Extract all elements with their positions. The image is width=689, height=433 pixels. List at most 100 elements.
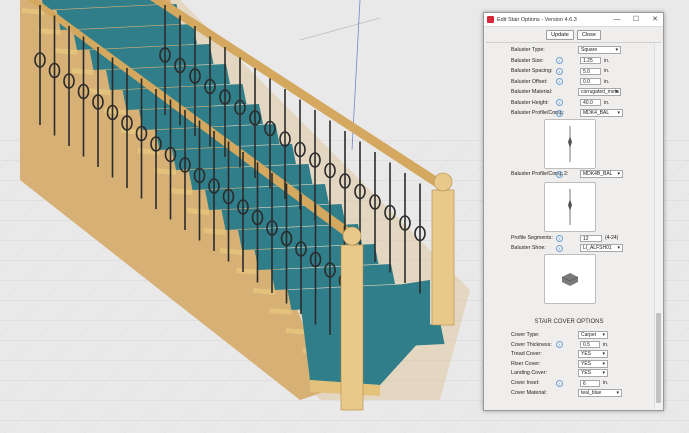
chevron-down-icon: ▾ xyxy=(617,110,620,116)
select-value: YES xyxy=(581,370,592,377)
option-row: Baluster Height: i 40.0 in. xyxy=(511,99,609,107)
option-row: Baluster Profile/Comp 2: i MDK4B_BAL ▾ xyxy=(511,170,623,178)
option-row: Landing Cover: YES ▾ xyxy=(511,369,608,378)
option-row: Riser Cover: YES ▾ xyxy=(511,359,608,368)
chevron-down-icon: ▾ xyxy=(602,360,605,367)
option-label: Baluster Shoe: xyxy=(511,245,546,251)
info-icon[interactable]: i xyxy=(556,78,563,85)
select-value: corrugated_meta xyxy=(581,89,619,95)
option-label: Baluster Spacing: xyxy=(511,68,553,74)
chevron-down-icon: ▾ xyxy=(617,171,620,177)
toolbar: Update Close xyxy=(484,27,663,42)
option-label: Cover Type: xyxy=(511,332,540,338)
option-select[interactable]: corrugated_meta ▾ xyxy=(578,88,621,96)
option-input[interactable]: 12 xyxy=(580,234,602,242)
options-panel: Baluster Type: Square ▾ Baluster Size: i 1.25… xyxy=(484,43,654,410)
option-label: Landing Cover: xyxy=(511,370,547,377)
option-input[interactable]: 1.25 xyxy=(580,57,601,64)
option-input[interactable]: 0.5 xyxy=(580,341,600,349)
info-icon[interactable]: i xyxy=(556,234,563,242)
newel-post-right xyxy=(431,172,455,326)
option-row: Baluster Offset: i 0.0 in. xyxy=(511,78,609,86)
option-label: Cover Material: xyxy=(511,389,547,396)
option-input[interactable]: 0.0 xyxy=(580,78,601,85)
minimize-button[interactable]: — xyxy=(610,13,624,26)
unit-label: in. xyxy=(604,99,610,106)
select-value: YES xyxy=(581,351,592,358)
chevron-down-icon: ▾ xyxy=(602,351,605,358)
chevron-down-icon: ▾ xyxy=(616,389,619,396)
info-icon[interactable]: i xyxy=(556,99,563,106)
option-label: Baluster Height: xyxy=(511,99,549,106)
select-value: Square xyxy=(581,47,598,53)
option-input[interactable]: 6 xyxy=(580,379,600,387)
chevron-down-icon: ▾ xyxy=(602,332,605,338)
unit-label: in. xyxy=(603,380,609,386)
option-select[interactable]: YES ▾ xyxy=(578,369,608,378)
option-select[interactable]: YES ▾ xyxy=(578,359,608,368)
option-input[interactable]: 5.0 xyxy=(580,67,601,75)
maximize-button[interactable]: ☐ xyxy=(629,13,643,26)
close-button[interactable]: Close xyxy=(576,29,601,40)
option-row: Cover Type: Carpet ▾ xyxy=(511,331,608,339)
option-row: Baluster Shoe: i LI_ALFSH01 ▾ xyxy=(511,244,623,252)
info-icon[interactable]: i xyxy=(556,67,563,75)
unit-label: in. xyxy=(603,341,609,348)
window-title: Edit Stair Options - Version 4.6.3 xyxy=(497,16,577,23)
vertical-scrollbar[interactable] xyxy=(654,43,663,410)
option-row: Baluster Size: i 1.25 in. xyxy=(511,57,609,65)
unit-label: in. xyxy=(604,68,610,74)
select-value: teal_blue xyxy=(581,389,602,396)
option-row: Tread Cover: YES ▾ xyxy=(511,350,608,359)
info-icon[interactable]: i xyxy=(556,244,563,252)
option-row: Baluster Spacing: i 5.0 in. xyxy=(511,67,609,75)
info-icon[interactable]: i xyxy=(556,109,563,117)
option-label: Baluster Material: xyxy=(511,89,553,95)
select-value: Carpet xyxy=(581,332,597,338)
section-title: STAIR COVER OPTIONS xyxy=(534,319,604,325)
option-label: Baluster Size: xyxy=(511,57,544,64)
option-select[interactable]: MDK4B_BAL ▾ xyxy=(580,170,623,178)
info-icon[interactable]: i xyxy=(556,57,563,64)
update-button[interactable]: Update xyxy=(546,29,574,40)
app-icon xyxy=(487,16,494,23)
chevron-down-icon: ▾ xyxy=(615,47,618,53)
option-label: Baluster Type: xyxy=(511,47,545,53)
option-select[interactable]: Carpet ▾ xyxy=(578,331,608,339)
select-value: MDK4_BAL xyxy=(583,110,610,116)
option-label: Cover Inset: xyxy=(511,380,540,386)
title-bar[interactable]: Edit Stair Options - Version 4.6.3 — ☐ ✕ xyxy=(484,13,663,27)
option-input[interactable]: 40.0 xyxy=(580,99,601,106)
option-select[interactable]: MDK4_BAL ▾ xyxy=(580,109,623,117)
unit-label: in. xyxy=(604,78,610,85)
unit-label: (4-24) xyxy=(605,235,619,241)
info-icon[interactable]: i xyxy=(556,170,563,178)
option-select[interactable]: LI_ALFSH01 ▾ xyxy=(580,244,623,252)
scrollbar-thumb[interactable] xyxy=(656,313,661,403)
close-window-button[interactable]: ✕ xyxy=(648,13,662,26)
option-row: Cover Thickness: i 0.5 in. xyxy=(511,341,608,349)
option-select[interactable]: Square ▾ xyxy=(578,46,621,54)
option-row: Baluster Type: Square ▾ xyxy=(511,46,621,54)
chevron-down-icon: ▾ xyxy=(602,370,605,377)
info-icon[interactable]: i xyxy=(556,379,563,387)
option-label: Baluster Profile/Comp: xyxy=(511,110,564,116)
edit-stair-options-dialog: Edit Stair Options - Version 4.6.3 — ☐ ✕… xyxy=(483,12,664,411)
option-label: Baluster Offset: xyxy=(511,78,548,85)
chevron-down-icon: ▾ xyxy=(615,89,618,95)
unit-label: in. xyxy=(604,57,610,64)
option-label: Cover Thickness: xyxy=(511,341,552,348)
option-row: Baluster Profile/Comp: i MDK4_BAL ▾ xyxy=(511,109,623,117)
baluster-shoe-preview xyxy=(544,254,596,304)
option-select[interactable]: teal_blue ▾ xyxy=(578,388,622,397)
baluster-profile-2-preview xyxy=(544,182,596,232)
option-select[interactable]: YES ▾ xyxy=(578,350,608,359)
option-row: Baluster Material: corrugated_meta ▾ xyxy=(511,88,621,96)
select-value: YES xyxy=(581,360,592,367)
option-row: Cover Material: teal_blue ▾ xyxy=(511,388,622,397)
option-label: Baluster Profile/Comp 2: xyxy=(511,171,569,177)
select-value: LI_ALFSH01 xyxy=(583,245,612,251)
baluster-profile-preview xyxy=(544,119,596,169)
option-label: Profile Segments: xyxy=(511,235,553,241)
chevron-down-icon: ▾ xyxy=(617,245,620,251)
